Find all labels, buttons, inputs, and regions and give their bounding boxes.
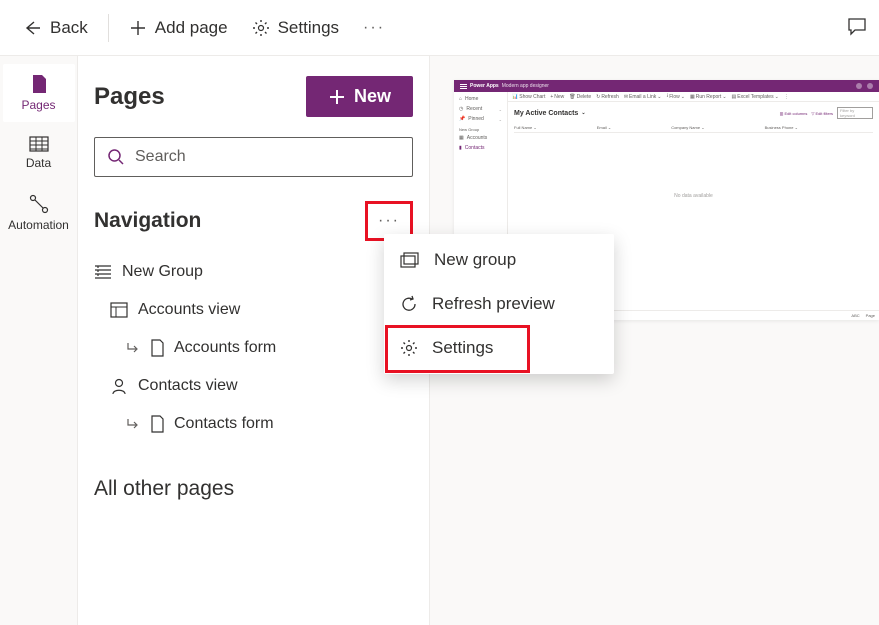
ps-pinned: 📌Pinned⌄ xyxy=(457,115,504,123)
new-group-icon xyxy=(400,252,420,268)
no-data-message: No data available xyxy=(514,193,873,199)
automation-icon xyxy=(29,194,49,214)
cmd-delete: 🗑 Delete xyxy=(569,94,591,100)
settings-button[interactable]: Settings xyxy=(242,12,349,44)
view-icon xyxy=(110,302,128,318)
cmd-refresh: ↻ Refresh xyxy=(596,94,619,100)
rail-pages-label: Pages xyxy=(21,98,55,112)
gear-icon xyxy=(252,19,270,37)
navigation-title: Navigation xyxy=(94,209,201,233)
cmd-excel: ▤ Excel Templates ⌄ xyxy=(732,94,779,100)
person-icon xyxy=(110,377,128,395)
top-toolbar: Back Add page Settings ··· xyxy=(0,0,879,56)
left-rail: Pages Data Automation xyxy=(0,56,78,625)
cmd-email: ✉ Email a Link ⌄ xyxy=(624,94,662,100)
gear-icon xyxy=(400,339,418,357)
avatar-icon xyxy=(867,83,873,89)
edit-filters: ▽ Edit filters xyxy=(811,111,833,116)
tree-group[interactable]: New Group xyxy=(86,253,421,291)
col-phone: Business Phone ⌄ xyxy=(765,125,798,130)
group-icon xyxy=(94,264,112,280)
cmd-flow: ⭭ Flow ⌄ xyxy=(666,93,685,101)
tree-accounts-form[interactable]: Accounts form xyxy=(86,329,421,367)
ps-home: ⌂Home xyxy=(457,95,504,103)
preview-app-name: Power Apps xyxy=(470,83,499,89)
ps-accounts: ▦Accounts xyxy=(457,134,504,142)
menu-new-group-label: New group xyxy=(434,250,516,270)
menu-new-group[interactable]: New group xyxy=(384,238,614,282)
comment-icon[interactable] xyxy=(847,16,867,36)
rail-pages[interactable]: Pages xyxy=(3,64,75,122)
ps-recent: ◷Recent⌄ xyxy=(457,105,504,113)
preview-heading: My Active Contacts⌄ xyxy=(514,110,586,117)
add-page-button[interactable]: Add page xyxy=(119,12,238,44)
add-page-label: Add page xyxy=(155,18,228,38)
tree-contacts-view[interactable]: Contacts view xyxy=(86,367,421,405)
rail-automation-label: Automation xyxy=(8,218,69,232)
cmd-show-chart: 📊 Show Chart xyxy=(512,94,545,100)
cmd-more: ⋮ xyxy=(784,94,789,100)
col-full-name: Full Name ⌄ xyxy=(514,125,537,130)
filter-input: Filter by keyword xyxy=(837,107,873,119)
footer-page: Page xyxy=(866,313,875,318)
ps-contacts: ▮Contacts xyxy=(457,144,504,152)
new-button[interactable]: New xyxy=(306,76,413,117)
subitem-icon xyxy=(126,417,140,431)
preview-actions: ▥ Edit columns ▽ Edit filters Filter by … xyxy=(780,107,873,119)
rail-data[interactable]: Data xyxy=(3,126,75,180)
form-icon xyxy=(150,339,164,357)
search-icon xyxy=(107,148,125,166)
navigation-header: Navigation ··· xyxy=(78,185,429,249)
page-icon xyxy=(30,74,48,94)
col-email: Email ⌄ xyxy=(597,125,611,130)
arrow-left-icon xyxy=(22,18,42,38)
form-icon xyxy=(150,415,164,433)
menu-settings[interactable]: Settings xyxy=(384,326,614,370)
pages-header: Pages New xyxy=(78,56,429,129)
pages-panel: Pages New Navigation ··· New Group Accou… xyxy=(78,56,430,625)
back-label: Back xyxy=(50,18,88,38)
tree-accounts-form-label: Accounts form xyxy=(174,339,276,357)
menu-settings-label: Settings xyxy=(432,338,493,358)
footer-abc: ABC xyxy=(851,313,859,318)
menu-refresh-preview[interactable]: Refresh preview xyxy=(384,282,614,326)
tree-contacts-view-label: Contacts view xyxy=(138,377,238,395)
back-button[interactable]: Back xyxy=(12,12,98,44)
refresh-icon xyxy=(400,295,418,313)
col-company: Company Name ⌄ xyxy=(671,125,704,130)
preview-commandbar: 📊 Show Chart + New 🗑 Delete ↻ Refresh ✉ … xyxy=(508,92,879,102)
subitem-icon xyxy=(126,341,140,355)
rail-data-label: Data xyxy=(26,156,51,170)
navigation-context-menu: New group Refresh preview Settings xyxy=(384,234,614,374)
preview-app-subtitle: Modern app designer xyxy=(502,83,549,89)
toolbar-more-button[interactable]: ··· xyxy=(353,13,395,43)
tree-accounts-view[interactable]: Accounts view xyxy=(86,291,421,329)
tree-accounts-view-label: Accounts view xyxy=(138,301,240,319)
preview-columns: Full Name ⌄ Email ⌄ Company Name ⌄ Busin… xyxy=(514,125,873,133)
rail-automation[interactable]: Automation xyxy=(3,184,75,242)
plus-icon xyxy=(129,19,147,37)
search-input[interactable] xyxy=(135,148,400,166)
help-icon xyxy=(856,83,862,89)
cmd-new: + New xyxy=(550,94,564,100)
menu-refresh-label: Refresh preview xyxy=(432,294,555,314)
tree-contacts-form-label: Contacts form xyxy=(174,415,274,433)
cmd-run-report: ▦ Run Report ⌄ xyxy=(690,94,727,100)
preview-content: My Active Contacts⌄ ▥ Edit columns ▽ Edi… xyxy=(508,102,879,204)
tree-group-label: New Group xyxy=(122,263,203,281)
new-button-label: New xyxy=(354,86,391,107)
navigation-tree: New Group Accounts view Accounts form Co… xyxy=(78,249,429,447)
toolbar-divider xyxy=(108,14,109,42)
edit-columns: ▥ Edit columns xyxy=(780,111,808,116)
tree-contacts-form[interactable]: Contacts form xyxy=(86,405,421,443)
plus-icon xyxy=(328,88,346,106)
hamburger-icon xyxy=(460,84,467,89)
settings-label: Settings xyxy=(278,18,339,38)
search-box[interactable] xyxy=(94,137,413,177)
table-icon xyxy=(29,136,49,152)
preview-topbar: Power Apps Modern app designer xyxy=(454,80,879,92)
ps-group-label: New Group xyxy=(457,125,504,132)
all-other-pages-title: All other pages xyxy=(78,447,429,509)
pages-title: Pages xyxy=(94,83,165,111)
